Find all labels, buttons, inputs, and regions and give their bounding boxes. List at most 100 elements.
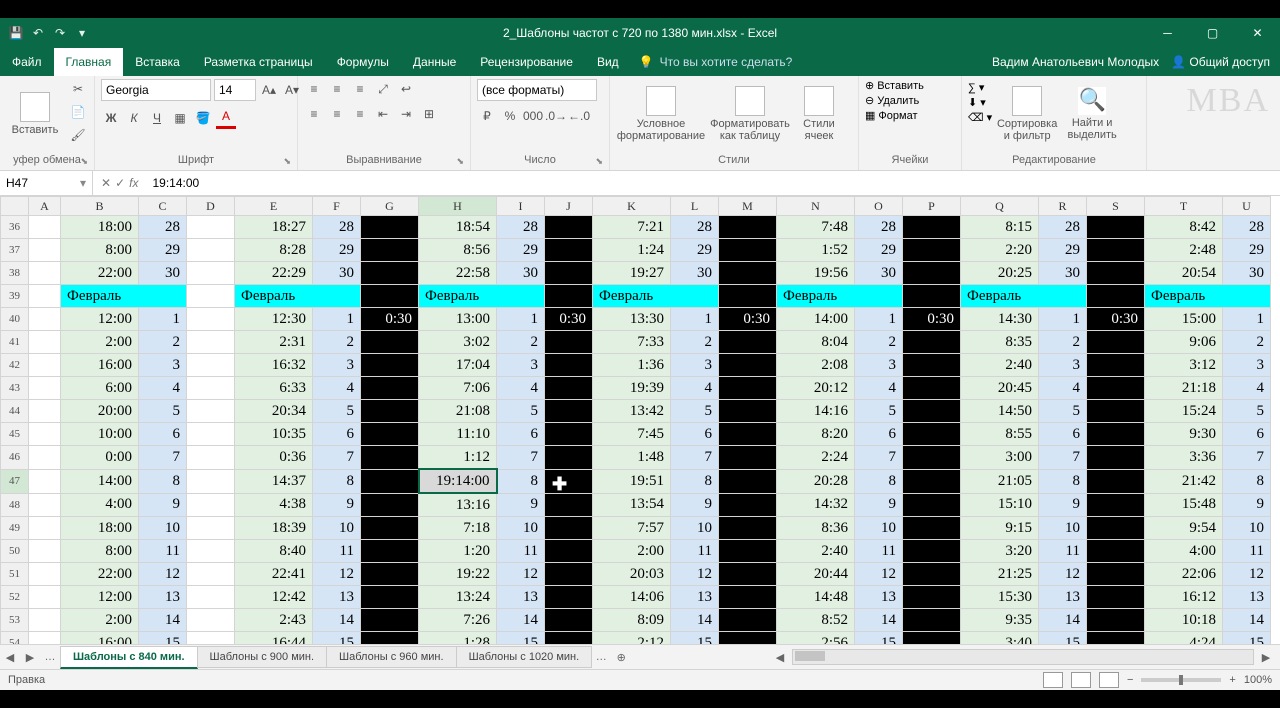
tab-review[interactable]: Рецензирование (468, 48, 585, 76)
cell[interactable] (361, 262, 419, 285)
cell[interactable]: 8 (1223, 469, 1271, 493)
cell[interactable] (29, 400, 61, 423)
cell[interactable] (1087, 493, 1145, 517)
cell[interactable]: 8:15 (961, 216, 1039, 239)
cell[interactable]: 9 (313, 493, 361, 517)
cell[interactable]: 16:32 (235, 354, 313, 377)
cell[interactable]: 11:10 (419, 423, 497, 446)
dialog-launcher-icon[interactable]: ⬊ (80, 156, 88, 167)
cell[interactable] (361, 563, 419, 586)
cell[interactable] (361, 239, 419, 262)
cell[interactable]: 8 (139, 469, 187, 493)
cell[interactable]: 2 (671, 331, 719, 354)
tab-layout[interactable]: Разметка страницы (192, 48, 325, 76)
cell[interactable]: 5 (1223, 400, 1271, 423)
cell[interactable] (361, 517, 419, 540)
cell[interactable]: 6 (855, 423, 903, 446)
row-header[interactable]: 38 (1, 262, 29, 285)
cell[interactable]: 21:05 (961, 469, 1039, 493)
cell[interactable]: 20:28 (777, 469, 855, 493)
cell[interactable] (545, 563, 593, 586)
cell[interactable] (719, 331, 777, 354)
cell[interactable]: 17:04 (419, 354, 497, 377)
cell[interactable]: 8:09 (593, 609, 671, 632)
col-header[interactable]: A (29, 197, 61, 216)
cell[interactable]: 9:35 (961, 609, 1039, 632)
cell[interactable]: 7:18 (419, 517, 497, 540)
cell[interactable]: 14:37 (235, 469, 313, 493)
cell[interactable] (361, 609, 419, 632)
cell[interactable] (1087, 632, 1145, 645)
cell[interactable]: 2:40 (777, 540, 855, 563)
col-header[interactable]: R (1039, 197, 1087, 216)
cell[interactable]: 16:44 (235, 632, 313, 645)
currency-icon[interactable]: ₽ (477, 106, 497, 126)
col-header[interactable]: F (313, 197, 361, 216)
cell[interactable]: Февраль (235, 285, 361, 308)
cell[interactable]: 13:24 (419, 586, 497, 609)
cell[interactable]: Февраль (777, 285, 903, 308)
cell[interactable]: 6 (671, 423, 719, 446)
cell[interactable]: 9 (139, 493, 187, 517)
sheet-tab[interactable]: Шаблоны с 900 мин. (197, 646, 328, 668)
insert-cells-button[interactable]: ⊕ Вставить (865, 79, 924, 92)
cell[interactable] (1087, 262, 1145, 285)
cell[interactable]: 19:22 (419, 563, 497, 586)
cell[interactable]: 15 (497, 632, 545, 645)
cell[interactable]: 2:43 (235, 609, 313, 632)
cell[interactable]: 10:18 (1145, 609, 1223, 632)
cell[interactable] (903, 446, 961, 470)
fx-icon[interactable]: fx (129, 176, 138, 190)
cell[interactable]: 13:30 (593, 308, 671, 331)
cell[interactable]: 1:52 (777, 239, 855, 262)
cell[interactable] (361, 216, 419, 239)
conditional-format-button[interactable]: Условное форматирование (616, 79, 706, 149)
minimize-button[interactable]: ─ (1145, 18, 1190, 48)
cell[interactable] (361, 354, 419, 377)
row-header[interactable]: 40 (1, 308, 29, 331)
cell[interactable]: 10 (139, 517, 187, 540)
cell[interactable] (29, 609, 61, 632)
cell[interactable] (361, 400, 419, 423)
cell[interactable]: 3:02 (419, 331, 497, 354)
col-header[interactable]: S (1087, 197, 1145, 216)
indent-inc-icon[interactable]: ⇥ (396, 104, 416, 124)
cell[interactable] (719, 609, 777, 632)
cell[interactable] (361, 632, 419, 645)
cell[interactable] (29, 517, 61, 540)
row-header[interactable]: 50 (1, 540, 29, 563)
hscroll-thumb[interactable] (795, 651, 825, 661)
col-header[interactable]: H (419, 197, 497, 216)
cell[interactable]: 2 (497, 331, 545, 354)
cell[interactable] (187, 285, 235, 308)
cell[interactable] (29, 469, 61, 493)
cell[interactable] (29, 308, 61, 331)
comma-icon[interactable]: 000 (523, 106, 543, 126)
cell[interactable]: 8:36 (777, 517, 855, 540)
cell[interactable]: 14:00 (777, 308, 855, 331)
row-header[interactable]: 54 (1, 632, 29, 645)
col-header[interactable]: K (593, 197, 671, 216)
cell[interactable] (361, 285, 419, 308)
cell[interactable] (545, 400, 593, 423)
cell[interactable] (719, 493, 777, 517)
cell[interactable]: 6:00 (61, 377, 139, 400)
cell[interactable]: 13 (1039, 586, 1087, 609)
tell-me[interactable]: 💡Что вы хотите сделать? (639, 48, 793, 76)
cell[interactable]: 29 (1223, 239, 1271, 262)
cell[interactable]: 9 (497, 493, 545, 517)
cell[interactable]: 14 (671, 609, 719, 632)
cell[interactable]: 10 (497, 517, 545, 540)
cell[interactable]: 2:56 (777, 632, 855, 645)
cell[interactable] (545, 517, 593, 540)
save-icon[interactable]: 💾 (8, 25, 24, 41)
cell[interactable]: 1 (1039, 308, 1087, 331)
tab-data[interactable]: Данные (401, 48, 468, 76)
cell[interactable]: 11 (855, 540, 903, 563)
cell[interactable] (29, 493, 61, 517)
cell[interactable]: 4 (855, 377, 903, 400)
cell[interactable]: 19:39 (593, 377, 671, 400)
cell[interactable]: 14 (1223, 609, 1271, 632)
cell[interactable] (29, 423, 61, 446)
cell[interactable] (29, 563, 61, 586)
